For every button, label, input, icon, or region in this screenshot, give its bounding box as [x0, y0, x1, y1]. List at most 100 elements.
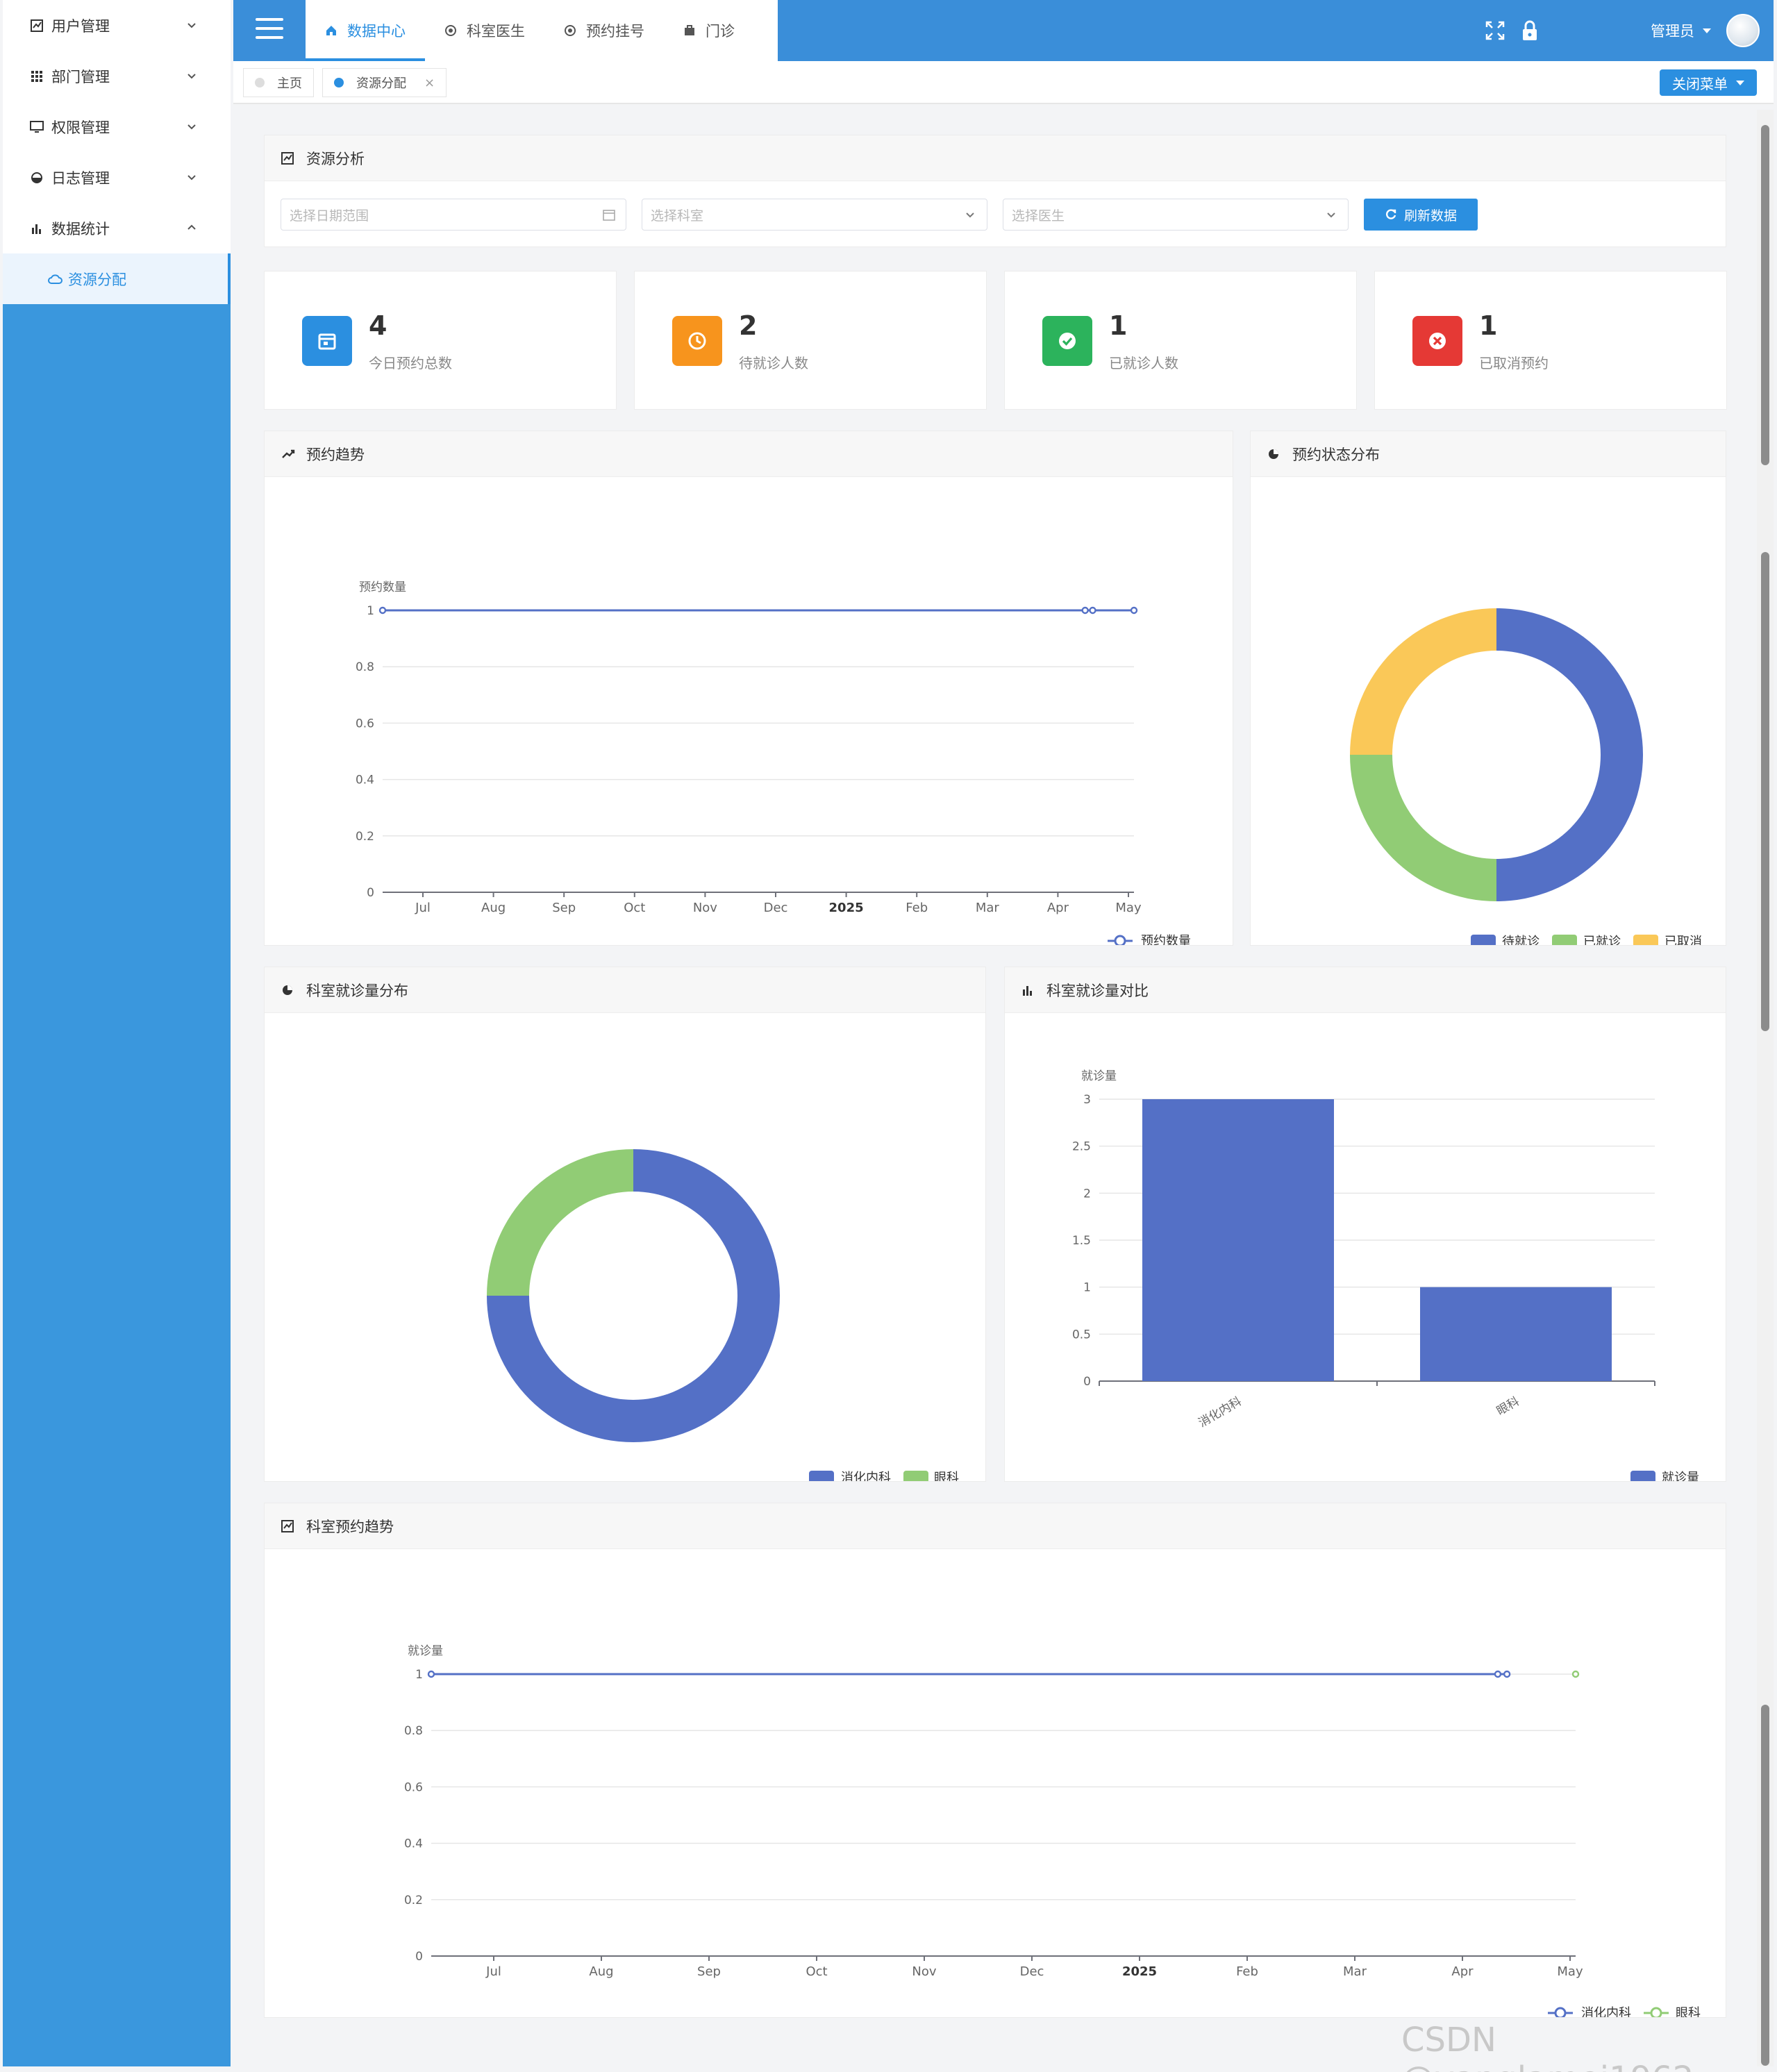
sidebar-item-departments[interactable]: 部门管理: [3, 51, 231, 101]
y-tick-label: 1: [367, 604, 374, 618]
pie-icon: [281, 983, 297, 998]
tab-appointments[interactable]: 预约挂号: [544, 0, 664, 61]
x-tick-label: Feb: [906, 901, 928, 915]
tag-label: 主页: [277, 76, 302, 91]
legend-label: 消化内科: [841, 1471, 891, 1481]
tag-home[interactable]: 主页: [243, 68, 314, 97]
tab-label: 预约挂号: [586, 23, 644, 40]
data-point: [1089, 606, 1096, 615]
x-tick-label: Jul: [415, 901, 431, 915]
legend-label: 预约数量: [1141, 934, 1191, 945]
panel-header: 预约状态分布: [1251, 431, 1726, 477]
scrollbar-thumb[interactable]: [1761, 552, 1769, 1031]
legend-label: 就诊量: [1662, 1471, 1699, 1481]
stat-value: 1: [1109, 310, 1128, 341]
pie-icon: [1267, 446, 1283, 462]
y-tick-label: 0.2: [356, 830, 374, 844]
x-tick-label: 2025: [1122, 1964, 1157, 1979]
date-range-input[interactable]: 选择日期范围: [281, 199, 626, 231]
watermark: CSDN @yanglamei1962: [1401, 2021, 1694, 2072]
y-tick-label: 0.6: [356, 717, 374, 730]
panel-title: 预约趋势: [306, 446, 365, 463]
tab-outpatient[interactable]: 门诊: [664, 0, 754, 61]
x-tick-label: Jul: [485, 1964, 501, 1979]
pie-slice: [1350, 755, 1496, 901]
bar: [1420, 1287, 1612, 1381]
top-right-tools: 管理员: [1484, 0, 1760, 61]
x-tick-label: May: [1115, 901, 1142, 915]
y-tick-label: 1.5: [1072, 1234, 1091, 1248]
scrollbar-thumb[interactable]: [1761, 1705, 1769, 2066]
tab-doctors[interactable]: 科室医生: [425, 0, 544, 61]
close-icon[interactable]: ×: [424, 76, 435, 90]
dept-compare-panel: 科室就诊量对比 就诊量 0 0.5 1 1.5 2 2.5 3 消化内科 眼科 就诊量: [1004, 967, 1726, 1485]
cloud-icon: [47, 271, 62, 287]
legend-swatch: [903, 1471, 928, 1483]
chevron-down-icon: [187, 175, 196, 181]
y-axis-title: 预约数量: [359, 580, 406, 594]
status-distribution-panel: 预约状态分布 已取消 已就诊 待就诊: [1250, 431, 1726, 949]
refresh-data-button[interactable]: 刷新数据: [1364, 199, 1478, 231]
y-tick-label: 0.5: [1072, 1328, 1091, 1342]
stat-label: 待就诊人数: [739, 355, 808, 371]
y-tick-label: 0.4: [404, 1837, 423, 1851]
data-point: [427, 1670, 435, 1678]
panel-title: 科室就诊量对比: [1046, 982, 1149, 999]
trend-icon: [281, 446, 297, 462]
y-tick-label: 0.8: [404, 1724, 423, 1738]
x-tick-label: Mar: [976, 901, 1000, 915]
sidebar: 用户管理 部门管理 权限管理 日志管理 数据统计 资源分配: [3, 0, 231, 2066]
panel-title: 科室预约趋势: [306, 1518, 394, 1535]
lock-icon[interactable]: [1519, 19, 1541, 42]
avatar[interactable]: [1726, 14, 1760, 47]
legend-marker: [1554, 2007, 1567, 2019]
monitor-icon: [29, 119, 44, 135]
close-menu-button[interactable]: 关闭菜单: [1660, 69, 1757, 96]
tab-data-center[interactable]: 数据中心: [306, 0, 425, 61]
data-point: [1081, 606, 1089, 615]
tags-bar: 主页 资源分配 × 关闭菜单: [233, 61, 1774, 104]
legend-swatch: [809, 1471, 834, 1483]
pie-slice: [1496, 608, 1643, 901]
chevron-down-icon: [1327, 212, 1335, 218]
panel-header: 科室就诊量对比: [1005, 967, 1726, 1013]
calendar-icon: [302, 316, 352, 366]
bar: [1142, 1099, 1334, 1381]
stat-label: 已取消预约: [1479, 355, 1549, 371]
chart-icon: [281, 151, 297, 166]
stat-card-visited: 1 已就诊人数: [1004, 271, 1357, 410]
user-name: 管理员: [1651, 23, 1694, 40]
sidebar-item-logs[interactable]: 日志管理: [3, 152, 231, 203]
data-point: [1503, 1670, 1511, 1678]
fullscreen-icon[interactable]: [1484, 19, 1506, 42]
x-tick-label: Aug: [481, 901, 506, 915]
x-tick-label: Nov: [693, 901, 717, 915]
x-tick-label: 眼科: [1494, 1394, 1521, 1418]
briefcase-icon: [683, 23, 699, 38]
legend-label: 待就诊: [1502, 935, 1540, 945]
sidebar-item-label: 权限管理: [51, 119, 110, 136]
chevron-down-icon: [966, 212, 974, 218]
department-select[interactable]: 选择科室: [642, 199, 987, 231]
gear-icon: [444, 23, 460, 38]
y-tick-label: 0: [415, 1950, 423, 1964]
stat-card-cancelled: 1 已取消预约: [1374, 271, 1727, 410]
tag-label: 资源分配: [356, 76, 406, 91]
doctor-select[interactable]: 选择医生: [1003, 199, 1349, 231]
sidebar-item-permissions[interactable]: 权限管理: [3, 101, 231, 152]
sidebar-item-statistics[interactable]: 数据统计: [3, 203, 231, 253]
sidebar-item-users[interactable]: 用户管理: [3, 0, 231, 51]
tab-label: 科室医生: [467, 23, 525, 40]
legend-label: 已就诊: [1583, 935, 1621, 945]
user-menu[interactable]: 管理员: [1651, 14, 1760, 47]
dept-trend-chart: 就诊量 0 0.2 0.4 0.6 0.8 1 Jul Aug Sep Oct Nov Dec 2025 F…: [404, 1644, 1701, 2021]
tag-resource-allocation[interactable]: 资源分配 ×: [322, 68, 447, 97]
chevron-down-icon: [187, 124, 196, 130]
chart-icon: [29, 18, 44, 33]
sidebar-subitem-resource-allocation[interactable]: 资源分配: [3, 253, 231, 304]
y-tick-label: 0.4: [356, 774, 374, 787]
x-tick-label: Sep: [697, 1964, 721, 1979]
scrollbar-thumb[interactable]: [1761, 125, 1769, 465]
hamburger-menu-icon[interactable]: [256, 18, 283, 42]
x-tick-label: Aug: [589, 1964, 613, 1979]
